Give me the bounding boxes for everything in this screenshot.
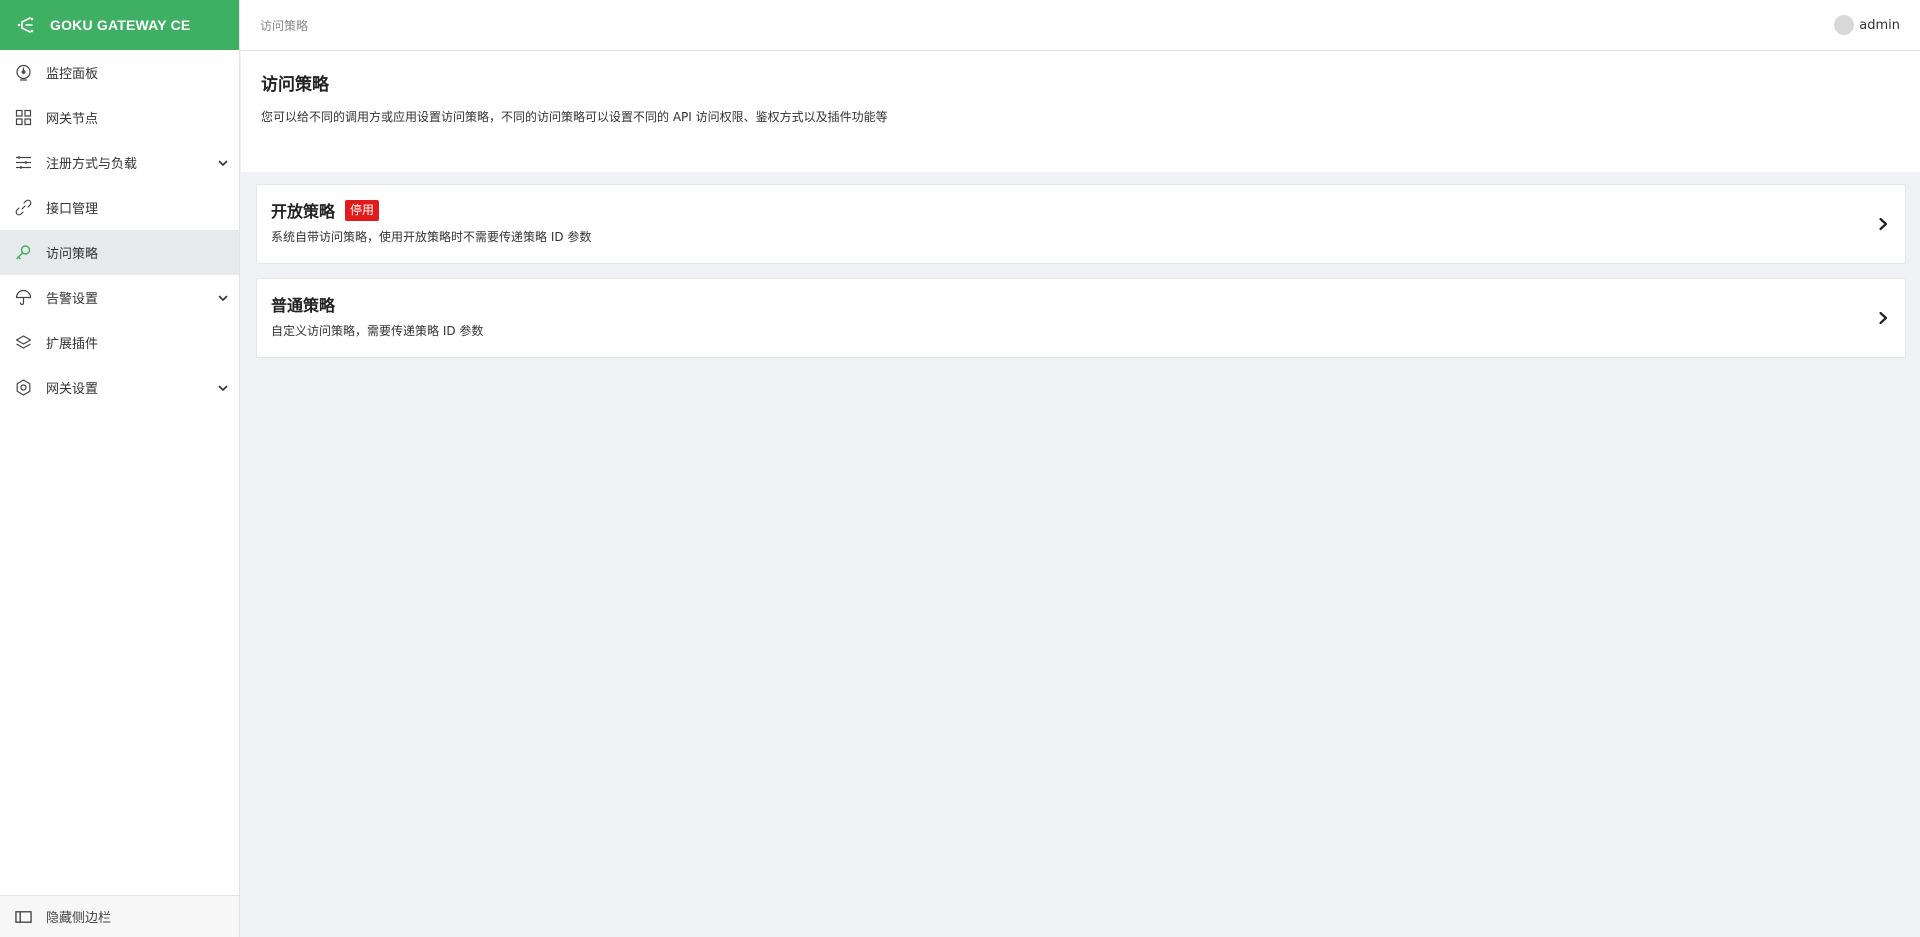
sidebar-item-gateway-nodes[interactable]: 网关节点 — [0, 95, 239, 140]
chevron-down-icon — [217, 292, 229, 304]
user-menu[interactable]: admin — [1834, 0, 1900, 50]
sidebar-item-label: 网关设置 — [46, 382, 99, 397]
sidebar-item-label: 网关节点 — [46, 112, 99, 127]
sidebar-item-label: 接口管理 — [46, 202, 99, 217]
policy-card-open[interactable]: 开放策略 停用 系统自带访问策略，使用开放策略时不需要传递策略 ID 参数 — [256, 184, 1906, 264]
user-name: admin — [1859, 17, 1900, 33]
card-description: 自定义访问策略，需要传递策略 ID 参数 — [271, 324, 484, 338]
policy-list: 开放策略 停用 系统自带访问策略，使用开放策略时不需要传递策略 ID 参数 普通… — [256, 184, 1906, 372]
brand-title: GOKU GATEWAY CE — [50, 17, 191, 33]
card-title-row: 开放策略 停用 — [271, 199, 1905, 221]
sidebar-item-label: 告警设置 — [46, 292, 99, 307]
sidebar-item-access-policy[interactable]: 访问策略 — [0, 230, 239, 275]
sidebar-item-registration-load[interactable]: 注册方式与负载 — [0, 140, 239, 185]
card-title-row: 普通策略 — [271, 293, 1905, 315]
status-badge: 停用 — [345, 199, 380, 221]
sidebar-item-api-management[interactable]: 接口管理 — [0, 185, 239, 230]
sidebar-item-label: 注册方式与负载 — [46, 157, 138, 172]
sidebar-item-label: 扩展插件 — [46, 337, 99, 352]
layers-icon — [15, 334, 32, 351]
goku-logo-icon — [16, 15, 36, 35]
grid-icon — [15, 109, 32, 126]
dashboard-icon — [15, 64, 32, 81]
link-icon — [15, 199, 32, 216]
chevron-right-icon[interactable] — [1875, 216, 1891, 232]
card-title: 普通策略 — [271, 296, 336, 315]
policy-card-normal[interactable]: 普通策略 自定义访问策略，需要传递策略 ID 参数 — [256, 278, 1906, 358]
chevron-down-icon — [217, 382, 229, 394]
breadcrumb: 访问策略 — [260, 18, 309, 33]
sidebar: GOKU GATEWAY CE 监控面板 网关节点 注册方式与负载 接口管理 访… — [0, 0, 240, 937]
page-description: 您可以给不同的调用方或应用设置访问策略，不同的访问策略可以设置不同的 API 访… — [261, 110, 888, 124]
page-title: 访问策略 — [261, 75, 329, 95]
avatar — [1834, 15, 1855, 35]
page-header: 访问策略 您可以给不同的调用方或应用设置访问策略，不同的访问策略可以设置不同的 … — [241, 51, 1920, 172]
umbrella-icon — [15, 289, 32, 306]
topbar: 访问策略 admin — [240, 0, 1920, 51]
sidebar-nav: 监控面板 网关节点 注册方式与负载 接口管理 访问策略 告警设置 扩展插件 网关… — [0, 50, 239, 410]
sidebar-item-label: 监控面板 — [46, 67, 99, 82]
brand-header[interactable]: GOKU GATEWAY CE — [0, 0, 239, 50]
card-title: 开放策略 — [271, 202, 336, 221]
card-description: 系统自带访问策略，使用开放策略时不需要传递策略 ID 参数 — [271, 230, 592, 244]
sidebar-item-gateway-settings[interactable]: 网关设置 — [0, 365, 239, 410]
sidebar-item-alert-settings[interactable]: 告警设置 — [0, 275, 239, 320]
chevron-down-icon — [217, 157, 229, 169]
hide-sidebar-label: 隐藏侧边栏 — [46, 911, 112, 926]
hide-sidebar-button[interactable]: 隐藏侧边栏 — [0, 895, 239, 937]
sidebar-item-label: 访问策略 — [46, 247, 99, 262]
sidebar-item-plugins[interactable]: 扩展插件 — [0, 320, 239, 365]
gear-icon — [15, 379, 32, 396]
sliders-icon — [15, 154, 32, 171]
sidebar-toggle-icon — [15, 908, 32, 925]
chevron-right-icon[interactable] — [1875, 310, 1891, 326]
sidebar-item-dashboard[interactable]: 监控面板 — [0, 50, 239, 95]
key-icon — [15, 244, 32, 261]
